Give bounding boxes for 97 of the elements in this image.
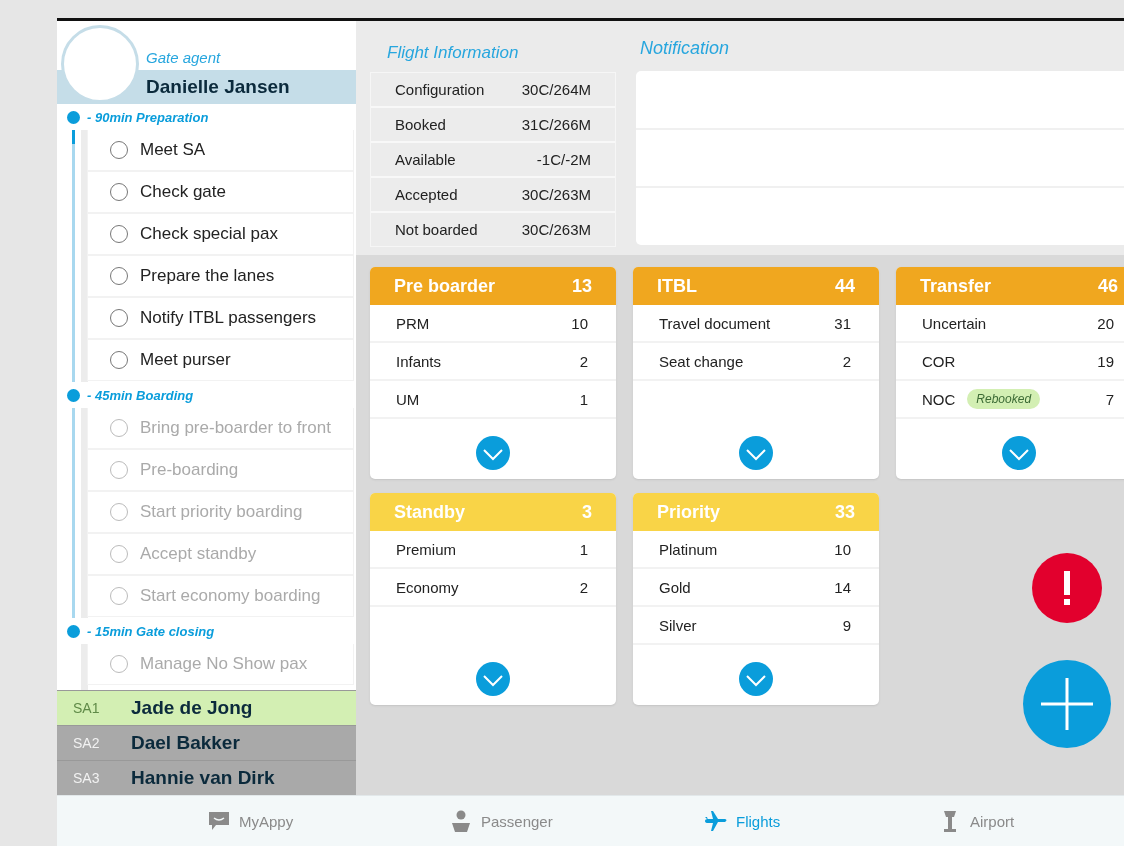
task-label: Pre-boarding xyxy=(140,460,239,480)
agent-name: Jade de Jong xyxy=(131,697,253,719)
nav-label: Flights xyxy=(736,812,781,830)
nav-tab[interactable]: Flights xyxy=(704,809,781,833)
category-label: Infants xyxy=(396,352,442,370)
card-header[interactable]: ITBL 44 xyxy=(633,267,879,305)
info-label: Configuration xyxy=(395,81,485,98)
agent-row[interactable]: SA1 Jade de Jong xyxy=(57,690,356,725)
status-badge: Rebooked xyxy=(967,389,1041,409)
category-count: 10 xyxy=(571,314,588,332)
add-button[interactable] xyxy=(1023,660,1111,748)
category-label: UM xyxy=(396,390,420,408)
info-value: 31C/266M xyxy=(521,116,591,133)
nav-label: Airport xyxy=(970,812,1015,830)
info-label: Accepted xyxy=(395,186,458,203)
expand-chevron-icon[interactable] xyxy=(738,435,774,471)
card-count: 46 xyxy=(1097,275,1118,297)
phase-dot xyxy=(67,389,80,402)
phase-label: - 15min Gate closing xyxy=(87,623,215,639)
category-count: 1 xyxy=(579,390,588,408)
nav-label: Passenger xyxy=(481,812,553,830)
category-label: PRM xyxy=(396,314,430,332)
airplane-icon xyxy=(704,809,728,833)
category-count: 14 xyxy=(834,578,851,596)
category-count: 10 xyxy=(834,540,851,558)
info-label: Booked xyxy=(395,116,446,133)
category-label: Platinum xyxy=(659,540,718,558)
expand-chevron-icon[interactable] xyxy=(1001,435,1037,471)
category-label: Uncertain xyxy=(922,314,987,332)
category-label: Gold xyxy=(659,578,691,596)
card-count: 3 xyxy=(582,501,592,523)
card-title: Priority xyxy=(657,501,721,523)
card-header[interactable]: Pre boarder 13 xyxy=(370,267,616,305)
category-label: Travel document xyxy=(659,314,771,332)
task-label: Start priority boarding xyxy=(140,502,303,522)
category-count: 1 xyxy=(579,540,588,558)
category-count: 2 xyxy=(579,352,588,370)
info-label: Not boarded xyxy=(395,221,478,238)
phase-dot xyxy=(67,625,80,638)
category-count: 19 xyxy=(1097,352,1114,370)
category-label: COR xyxy=(922,352,956,370)
info-value: 30C/263M xyxy=(521,186,591,203)
expand-chevron-icon[interactable] xyxy=(475,435,511,471)
person-icon xyxy=(449,809,473,833)
category-count: 2 xyxy=(842,352,851,370)
agent-row[interactable]: SA3 Hannie van Dirk xyxy=(57,760,356,795)
task-label: Check special pax xyxy=(140,224,278,244)
category-label: Seat change xyxy=(659,352,744,370)
agent-code: SA2 xyxy=(72,735,101,751)
alert-button[interactable] xyxy=(1032,553,1102,623)
task-label: Meet purser xyxy=(140,350,231,370)
nav-tab[interactable]: MyAppy xyxy=(207,809,294,833)
card-count: 13 xyxy=(571,275,592,297)
category-count: 7 xyxy=(1105,390,1114,408)
info-label: Available xyxy=(395,151,456,168)
task-label: Notify ITBL passengers xyxy=(140,308,317,328)
expand-chevron-icon[interactable] xyxy=(738,661,774,697)
nav-tab[interactable]: Passenger xyxy=(449,809,553,833)
category-count: 31 xyxy=(834,314,851,332)
task-label: Start economy boarding xyxy=(140,586,321,606)
task-label: Bring pre-boarder to front xyxy=(140,418,331,438)
info-value: 30C/264M xyxy=(521,81,591,98)
category-label: Economy xyxy=(396,578,459,596)
phase-dot xyxy=(67,111,80,124)
task-label: Accept standby xyxy=(140,544,257,564)
nav-label: MyAppy xyxy=(239,812,294,830)
task-label: Meet SA xyxy=(140,140,206,160)
agent-name: Dael Bakker xyxy=(131,732,240,754)
info-value: -1C/-2M xyxy=(536,151,591,168)
agent-row[interactable]: SA2 Dael Bakker xyxy=(57,725,356,760)
card-header[interactable]: Transfer 46 xyxy=(896,267,1124,305)
category-label: Silver xyxy=(659,616,697,634)
category-label: NOC xyxy=(922,390,956,408)
task-label: Manage No Show pax xyxy=(140,654,308,674)
info-value: 30C/263M xyxy=(521,221,591,238)
card-count: 44 xyxy=(834,275,855,297)
card-title: Transfer xyxy=(920,275,992,297)
agent-role: Gate agent xyxy=(146,49,221,66)
phase-label: - 45min Boarding xyxy=(87,387,194,403)
card-title: ITBL xyxy=(657,275,697,297)
agent-code: SA1 xyxy=(72,700,101,716)
agent-name: Hannie van Dirk xyxy=(131,767,275,789)
nav-tab[interactable]: Airport xyxy=(938,809,1015,833)
card-count: 33 xyxy=(834,501,855,523)
category-count: 20 xyxy=(1097,314,1114,332)
task-label: Prepare the lanes xyxy=(140,266,275,286)
category-count: 2 xyxy=(579,578,588,596)
task-label: Check gate xyxy=(140,182,226,202)
agent-code: SA3 xyxy=(72,770,101,786)
phase-label: - 90min Preparation xyxy=(87,109,209,125)
category-label: Premium xyxy=(396,540,456,558)
card-title: Standby xyxy=(394,501,465,523)
expand-chevron-icon[interactable] xyxy=(475,661,511,697)
section-title: Flight Information xyxy=(386,42,520,64)
category-count: 9 xyxy=(842,616,851,634)
card-title: Pre boarder xyxy=(394,275,496,297)
section-title: Notification xyxy=(639,37,731,60)
